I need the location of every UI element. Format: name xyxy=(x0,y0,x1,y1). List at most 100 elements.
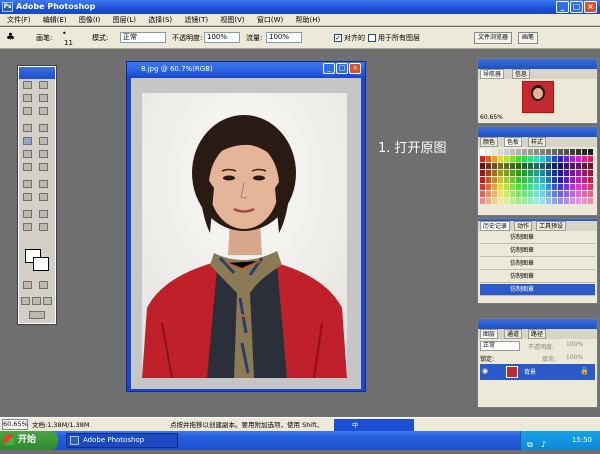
color-swatch[interactable] xyxy=(528,156,533,162)
dodge-tool-icon[interactable] xyxy=(39,163,48,171)
flow-input[interactable]: 100% xyxy=(266,32,302,43)
pen-tool-icon[interactable] xyxy=(23,193,32,201)
color-swatch[interactable] xyxy=(528,198,533,204)
color-swatch[interactable] xyxy=(564,149,569,155)
color-swatch[interactable] xyxy=(534,163,539,169)
color-swatch[interactable] xyxy=(564,191,569,197)
gradient-tool-icon[interactable] xyxy=(39,150,48,158)
menu-layer[interactable]: 图层(L) xyxy=(113,16,136,24)
color-swatch[interactable] xyxy=(570,184,575,190)
minimize-button[interactable]: _ xyxy=(556,1,569,13)
color-swatch[interactable] xyxy=(540,170,545,176)
menu-view[interactable]: 视图(V) xyxy=(220,16,244,24)
color-swatch[interactable] xyxy=(570,163,575,169)
brush-size[interactable]: 11 xyxy=(64,32,73,54)
color-swatch[interactable] xyxy=(498,191,503,197)
color-swatch[interactable] xyxy=(528,170,533,176)
color-swatch[interactable] xyxy=(564,184,569,190)
color-swatch[interactable] xyxy=(552,163,557,169)
layer-row-background[interactable]: ◉ 背景 🔒 xyxy=(480,364,595,380)
color-swatch[interactable] xyxy=(570,177,575,183)
color-swatch[interactable] xyxy=(570,156,575,162)
color-swatch[interactable] xyxy=(498,177,503,183)
color-swatch[interactable] xyxy=(546,170,551,176)
tab-brushes[interactable]: 画笔 xyxy=(518,32,539,44)
ime-bar[interactable]: 中 xyxy=(334,419,414,431)
quick-mask-icon[interactable] xyxy=(39,281,48,289)
volume-icon[interactable]: ♪ xyxy=(541,435,546,454)
screen-mode-1-icon[interactable] xyxy=(21,297,30,305)
navigator-zoom[interactable]: 60.65% xyxy=(480,114,503,121)
color-swatch[interactable] xyxy=(570,170,575,176)
color-swatch[interactable] xyxy=(552,198,557,204)
color-swatch[interactable] xyxy=(558,156,563,162)
menu-image[interactable]: 图像(I) xyxy=(79,16,101,24)
color-swatch[interactable] xyxy=(552,149,557,155)
color-swatch[interactable] xyxy=(516,149,521,155)
mode-select[interactable]: 正常 xyxy=(120,32,166,43)
color-swatch[interactable] xyxy=(540,177,545,183)
shape-tool-icon[interactable] xyxy=(39,193,48,201)
color-swatch[interactable] xyxy=(576,198,581,204)
color-swatch[interactable] xyxy=(480,198,485,204)
color-swatch[interactable] xyxy=(570,191,575,197)
color-swatch[interactable] xyxy=(546,198,551,204)
color-swatch[interactable] xyxy=(588,177,593,183)
color-swatch[interactable] xyxy=(558,177,563,183)
color-swatch[interactable] xyxy=(576,184,581,190)
color-swatch[interactable] xyxy=(480,191,485,197)
color-swatch[interactable] xyxy=(510,156,515,162)
clone-stamp-icon[interactable]: ♣ xyxy=(6,27,15,49)
path-selection-tool-icon[interactable] xyxy=(23,180,32,188)
color-swatch[interactable] xyxy=(582,149,587,155)
color-swatch[interactable] xyxy=(486,149,491,155)
color-swatch[interactable] xyxy=(498,149,503,155)
zoom-tool-icon[interactable] xyxy=(39,223,48,231)
history-item[interactable]: 仿制图章 xyxy=(480,271,595,283)
color-swatch[interactable] xyxy=(576,149,581,155)
imageready-icon[interactable] xyxy=(29,311,45,319)
color-swatch[interactable] xyxy=(492,191,497,197)
color-swatch[interactable] xyxy=(540,163,545,169)
tab-swatches[interactable]: 色板 xyxy=(504,137,523,147)
color-swatch[interactable] xyxy=(480,184,485,190)
background-color-swatch[interactable] xyxy=(33,257,49,271)
taskbar-item-photoshop[interactable]: Adobe Photoshop xyxy=(66,433,178,448)
color-swatch[interactable] xyxy=(576,156,581,162)
color-swatch[interactable] xyxy=(534,156,539,162)
history-item-selected[interactable]: 仿制图章 xyxy=(480,284,595,296)
color-swatch[interactable] xyxy=(588,170,593,176)
color-swatch[interactable] xyxy=(516,156,521,162)
magic-wand-tool-icon[interactable] xyxy=(39,94,48,102)
color-swatch[interactable] xyxy=(492,184,497,190)
opacity-input[interactable]: 100% xyxy=(204,32,240,43)
menu-window[interactable]: 窗口(W) xyxy=(257,16,283,24)
status-zoom[interactable]: 60.65% xyxy=(2,419,28,430)
brush-tool-icon[interactable] xyxy=(39,124,48,132)
color-swatch[interactable] xyxy=(540,198,545,204)
doc-maximize-button[interactable]: □ xyxy=(336,63,348,74)
color-swatch[interactable] xyxy=(516,198,521,204)
color-swatch[interactable] xyxy=(498,198,503,204)
doc-minimize-button[interactable]: _ xyxy=(323,63,335,74)
tab-layers[interactable]: 图层 xyxy=(480,329,499,339)
clone-stamp-tool-icon[interactable] xyxy=(23,137,32,145)
fill-value[interactable]: 100% xyxy=(566,354,583,361)
color-swatch[interactable] xyxy=(486,170,491,176)
color-swatch[interactable] xyxy=(528,163,533,169)
tab-tool-presets[interactable]: 工具预设 xyxy=(536,221,567,231)
color-swatch[interactable] xyxy=(504,198,509,204)
eye-icon[interactable]: ◉ xyxy=(482,367,488,375)
color-swatch[interactable] xyxy=(552,170,557,176)
color-swatch[interactable] xyxy=(558,198,563,204)
color-swatch[interactable] xyxy=(528,149,533,155)
screen-mode-2-icon[interactable] xyxy=(32,297,41,305)
history-item[interactable]: 仿制图章 xyxy=(480,258,595,270)
color-swatch[interactable] xyxy=(522,198,527,204)
hand-tool-icon[interactable] xyxy=(23,223,32,231)
tab-info[interactable]: 信息 xyxy=(512,69,531,79)
color-swatch[interactable] xyxy=(522,170,527,176)
color-swatch[interactable] xyxy=(522,163,527,169)
color-swatch[interactable] xyxy=(510,198,515,204)
color-swatch[interactable] xyxy=(546,184,551,190)
